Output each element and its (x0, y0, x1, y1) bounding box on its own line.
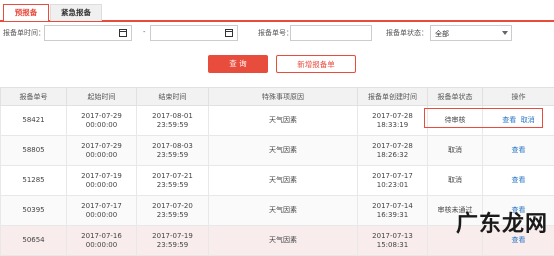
report-id: 58805 (1, 136, 67, 166)
created-time: 2017-07-2818:33:19 (358, 106, 428, 136)
end-time: 2017-08-0323:59:59 (137, 136, 209, 166)
status: 取消 (428, 136, 483, 166)
end-time: 2017-07-2123:59:59 (137, 166, 209, 196)
table-row: 51285 2017-07-1900:00:00 2017-07-2123:59… (1, 166, 554, 196)
report-no-label: 报备单号： (258, 28, 293, 38)
status: 取消 (428, 166, 483, 196)
end-time: 2017-08-0123:59:59 (137, 106, 209, 136)
col-header: 起始时间 (67, 88, 137, 106)
view-link[interactable]: 查看 (512, 176, 526, 184)
start-time: 2017-07-1600:00:00 (67, 226, 137, 256)
reason: 天气因素 (209, 106, 358, 136)
table-header-row: 报备单号 起始时间 结束时间 特殊事项原因 报备单创建时间 报备单状态 操作 (1, 88, 554, 106)
col-header: 操作 (483, 88, 554, 106)
filter-bar: 报备单时间： - 报备单号： 报备单状态： 全部 (0, 24, 554, 44)
col-header: 特殊事项原因 (209, 88, 358, 106)
created-time: 2017-07-1416:39:31 (358, 196, 428, 226)
actions: 查看 (483, 166, 554, 196)
end-time: 2017-07-1923:59:59 (137, 226, 209, 256)
date-separator: - (143, 28, 146, 36)
view-link[interactable]: 查看 (502, 116, 516, 124)
tab-pre-report[interactable]: 预报备 (3, 4, 49, 21)
col-header: 报备单状态 (428, 88, 483, 106)
start-time: 2017-07-2900:00:00 (67, 106, 137, 136)
status-label: 报备单状态： (386, 28, 428, 38)
table-row: 58421 2017-07-2900:00:00 2017-08-0123:59… (1, 106, 554, 136)
start-date-input[interactable] (44, 25, 132, 41)
time-label: 报备单时间： (3, 28, 45, 38)
watermark-logo: 广东龙网 (456, 206, 548, 238)
tab-urgent-report[interactable]: 紧急报备 (50, 4, 102, 21)
created-time: 2017-07-1315:08:31 (358, 226, 428, 256)
report-id: 50395 (1, 196, 67, 226)
calendar-icon[interactable] (225, 29, 233, 37)
start-time: 2017-07-2900:00:00 (67, 136, 137, 166)
col-header: 报备单创建时间 (358, 88, 428, 106)
actions: 查看 (483, 136, 554, 166)
start-time: 2017-07-1700:00:00 (67, 196, 137, 226)
report-id: 51285 (1, 166, 67, 196)
end-date-input[interactable] (150, 25, 238, 41)
status: 待审核 (428, 106, 483, 136)
new-report-button[interactable]: 新增报备单 (276, 55, 356, 73)
reason: 天气因素 (209, 226, 358, 256)
col-header: 报备单号 (1, 88, 67, 106)
table-row: 58805 2017-07-2900:00:00 2017-08-0323:59… (1, 136, 554, 166)
actions: 查看 取消 (483, 106, 554, 136)
view-link[interactable]: 查看 (512, 146, 526, 154)
cancel-link[interactable]: 取消 (521, 116, 535, 124)
reason: 天气因素 (209, 166, 358, 196)
created-time: 2017-07-2818:26:32 (358, 136, 428, 166)
report-id: 58421 (1, 106, 67, 136)
reason: 天气因素 (209, 196, 358, 226)
status-select-value: 全部 (435, 29, 449, 39)
end-time: 2017-07-2023:59:59 (137, 196, 209, 226)
query-button[interactable]: 查 询 (208, 55, 268, 73)
calendar-icon[interactable] (119, 29, 127, 37)
report-no-input[interactable] (290, 25, 372, 41)
start-time: 2017-07-1900:00:00 (67, 166, 137, 196)
created-time: 2017-07-1710:23:01 (358, 166, 428, 196)
status-select[interactable]: 全部 (430, 25, 512, 41)
tab-bar: 预报备 紧急报备 (0, 0, 554, 22)
report-id: 50654 (1, 226, 67, 256)
reason: 天气因素 (209, 136, 358, 166)
col-header: 结束时间 (137, 88, 209, 106)
chevron-down-icon (502, 31, 508, 35)
